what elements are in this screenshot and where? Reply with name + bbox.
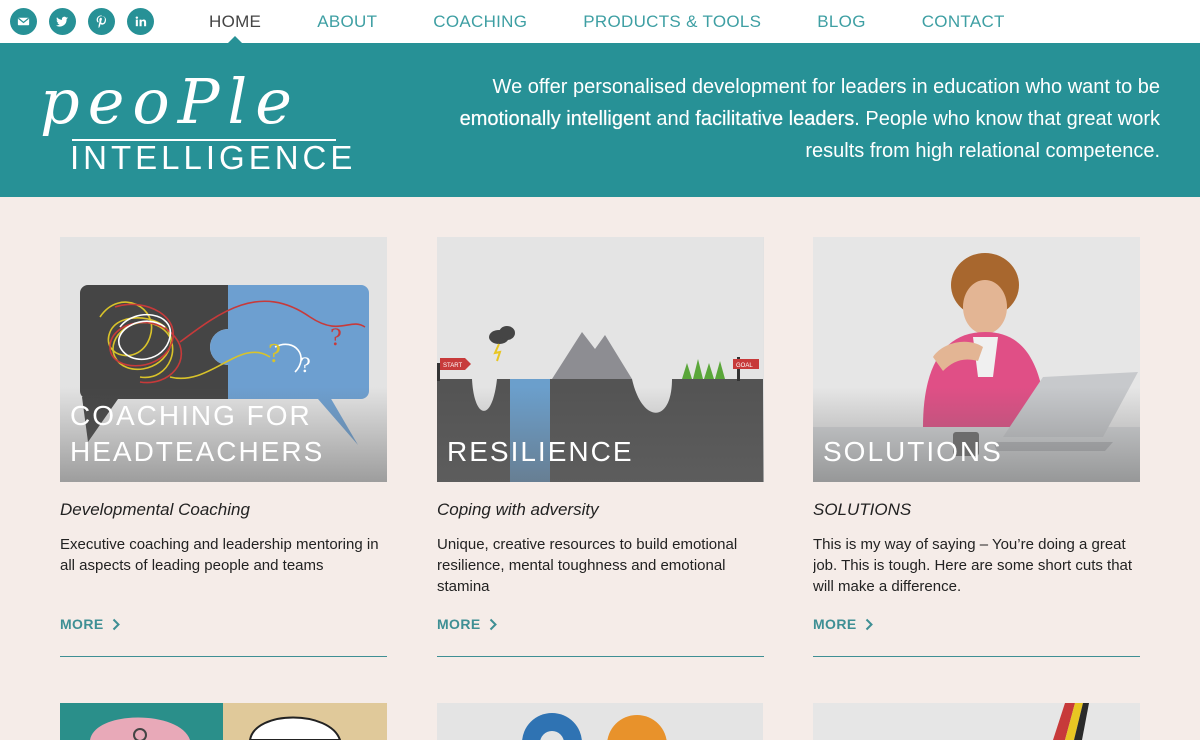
card-solutions-image[interactable]: SOLUTIONS <box>813 237 1140 482</box>
colored-pencils-photo <box>813 703 1140 740</box>
logo-wordmark-people: peoPle <box>40 65 300 138</box>
card-coaching: ? ? ? COACHING FOR HEADTEACHERS Developme… <box>60 237 387 657</box>
chevron-right-icon <box>865 618 873 630</box>
head-gear-illustration <box>60 703 387 740</box>
main-menu: HOME ABOUT COACHING PRODUCTS & TOOLS BLO… <box>209 0 1005 43</box>
card-row2-3-image[interactable] <box>813 703 1140 740</box>
tagline-and: and <box>650 108 696 130</box>
more-label: MORE <box>437 616 481 632</box>
nav-contact[interactable]: CONTACT <box>922 0 1005 43</box>
card-divider <box>813 656 1140 657</box>
nav-products-tools[interactable]: PRODUCTS & TOOLS <box>583 0 761 43</box>
site-logo[interactable]: peoPle INTELLIGENCE <box>40 65 357 177</box>
svg-text:?: ? <box>300 353 311 377</box>
tagline-line-1: We offer personalised development for le… <box>492 76 1160 98</box>
nav-blog[interactable]: BLOG <box>817 0 865 43</box>
card-row2-2-image[interactable] <box>437 703 764 740</box>
chevron-right-icon <box>489 618 497 630</box>
gears-illustration <box>437 703 763 740</box>
logo-wordmark-intelligence: INTELLIGENCE <box>70 139 357 176</box>
twitter-icon[interactable] <box>49 8 76 35</box>
hero-tagline: We offer personalised development for le… <box>440 71 1160 167</box>
card-resilience-more-link[interactable]: MORE <box>437 616 497 632</box>
more-label: MORE <box>60 616 104 632</box>
start-sign-label: START <box>443 363 462 369</box>
pinterest-icon[interactable] <box>88 8 115 35</box>
card-coaching-subtitle: Developmental Coaching <box>60 500 250 519</box>
card-resilience-image[interactable]: START GOAL RESILIENCE <box>437 237 764 482</box>
more-label: MORE <box>813 616 857 632</box>
card-coaching-caption: COACHING FOR HEADTEACHERS <box>70 400 325 467</box>
nav-about[interactable]: ABOUT <box>317 0 377 43</box>
card-row2-1-image[interactable] <box>60 703 387 740</box>
card-resilience-subtitle: Coping with adversity <box>437 500 599 519</box>
hero-banner: peoPle INTELLIGENCE We offer personalise… <box>0 43 1200 197</box>
social-links <box>10 8 154 35</box>
card-solutions-description: This is my way of saying – You’re doing … <box>813 536 1133 595</box>
nav-home[interactable]: HOME <box>209 0 261 43</box>
tagline-line-3: results from high relational competence. <box>805 140 1160 162</box>
card-solutions-subtitle: SOLUTIONS <box>813 500 912 519</box>
card-divider <box>437 656 764 657</box>
card-coaching-description: Executive coaching and leadership mentor… <box>60 536 379 574</box>
card-divider <box>60 656 387 657</box>
tagline-emphasis-2: facilitative leaders <box>695 108 855 130</box>
goal-sign-label: GOAL <box>736 363 753 369</box>
card-solutions-more-link[interactable]: MORE <box>813 616 873 632</box>
linkedin-icon[interactable] <box>127 8 154 35</box>
nav-coaching[interactable]: COACHING <box>433 0 527 43</box>
tagline-emphasis-1: emotionally intelligent <box>459 108 651 130</box>
top-navigation-bar: HOME ABOUT COACHING PRODUCTS & TOOLS BLO… <box>0 0 1200 43</box>
card-coaching-more-link[interactable]: MORE <box>60 616 120 632</box>
card-coaching-image[interactable]: ? ? ? COACHING FOR HEADTEACHERS <box>60 237 387 482</box>
email-icon[interactable] <box>10 8 37 35</box>
svg-text:?: ? <box>268 340 281 368</box>
card-solutions-caption: SOLUTIONS <box>823 436 1003 467</box>
card-resilience-caption: RESILIENCE <box>447 436 634 467</box>
card-resilience: START GOAL RESILIENCE Coping with advers… <box>437 237 764 657</box>
tagline-line-2-rest: . People who know that great work <box>854 108 1160 130</box>
card-resilience-description: Unique, creative resources to build emot… <box>437 536 738 595</box>
chevron-right-icon <box>112 618 120 630</box>
svg-text:?: ? <box>330 326 342 351</box>
card-solutions: SOLUTIONS SOLUTIONS This is my way of sa… <box>813 237 1140 657</box>
